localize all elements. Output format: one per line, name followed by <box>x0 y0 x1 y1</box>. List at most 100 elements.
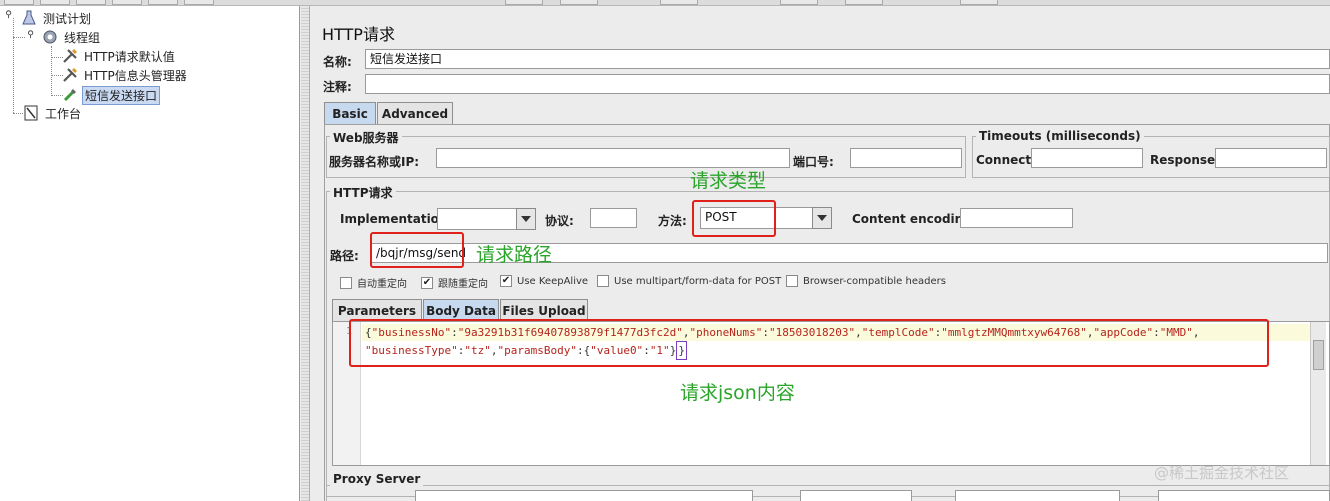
split-pane-divider[interactable] <box>301 6 310 501</box>
proxy-password-field[interactable] <box>1158 490 1330 501</box>
server-label: 服务器名称或IP: <box>329 155 420 169</box>
browser-compatible-checkbox[interactable]: Browser-compatible headers <box>786 275 946 287</box>
code-token: "phoneNums" <box>689 326 763 339</box>
code-token: : <box>451 326 458 339</box>
code-token: "appCode" <box>1093 326 1154 339</box>
server-field[interactable] <box>436 148 790 168</box>
method-label: 方法: <box>658 214 687 228</box>
collapse-toggle[interactable]: ⚲ <box>4 11 13 21</box>
code-token: "templCode" <box>861 326 935 339</box>
proxy-host-field[interactable] <box>415 490 753 501</box>
workbench-icon <box>22 105 40 121</box>
toolbar-button[interactable] <box>4 0 34 5</box>
tree-connector <box>13 37 25 38</box>
tab-basic[interactable]: Basic <box>324 102 376 124</box>
tree-item-thread-group[interactable]: 线程组 <box>41 28 102 46</box>
code-token: "businessType" <box>365 344 458 357</box>
implementation-select[interactable] <box>437 208 517 230</box>
toolbar-button[interactable] <box>40 0 70 5</box>
code-token: : <box>1153 326 1160 339</box>
checkbox-label: 跟随重定向 <box>438 279 488 290</box>
code-line-1: {"businessNo":"9a3291b31f69407893879f147… <box>365 324 1200 341</box>
comment-field[interactable] <box>365 74 1330 94</box>
watermark: @稀土掘金技术社区 <box>1154 464 1290 482</box>
proxy-username-field[interactable] <box>955 490 1120 501</box>
follow-redirect-checkbox[interactable]: ✔ 跟随重定向 <box>421 275 488 290</box>
code-token: "18503018203" <box>769 326 856 339</box>
toolbar-button[interactable] <box>960 0 998 5</box>
keepalive-checkbox[interactable]: ✔ Use KeepAlive <box>500 275 588 287</box>
method-annotation: 请求类型 <box>690 170 767 192</box>
wrench-icon <box>61 48 79 64</box>
code-line-2: "businessType":"tz","paramsBody":{"value… <box>365 341 687 360</box>
code-token: "paramsBody" <box>497 344 577 357</box>
tab-advanced[interactable]: Advanced <box>377 102 453 124</box>
toolbar-button[interactable] <box>560 0 598 5</box>
flask-icon <box>20 10 38 26</box>
connect-field[interactable] <box>1031 148 1143 168</box>
toolbar-button[interactable] <box>505 0 543 5</box>
tree-item-http-defaults[interactable]: HTTP请求默认值 <box>61 47 177 65</box>
body-data-editor[interactable]: 1 {"businessNo":"9a3291b31f69407893879f1… <box>332 321 1330 466</box>
code-token: "businessNo" <box>371 326 452 339</box>
timeouts-group-title: Timeouts (milliseconds) <box>976 129 1144 143</box>
tree-item-workbench[interactable]: 工作台 <box>22 104 83 122</box>
toolbar-button[interactable] <box>845 0 883 5</box>
line-number-gutter: 1 <box>333 322 361 465</box>
test-plan-tree: ⚲ ⚲ 测试计划 线程组 HTTP请求默认值 HTTP信息头管理器 短信发送接口 <box>0 6 300 501</box>
comment-label: 注释: <box>323 80 352 94</box>
chevron-down-icon <box>521 216 531 222</box>
method-select[interactable]: POST <box>700 207 813 229</box>
content-encoding-field[interactable] <box>960 208 1073 228</box>
wrench-icon <box>61 67 79 83</box>
tab-body-data[interactable]: Body Data <box>423 299 499 321</box>
auto-redirect-checkbox[interactable]: 自动重定向 <box>340 275 407 290</box>
tree-item-test-plan[interactable]: 测试计划 <box>20 9 93 27</box>
text-caret: } <box>676 341 687 360</box>
toolbar-button[interactable] <box>780 0 818 5</box>
code-token: "tz" <box>464 344 491 357</box>
tab-parameters[interactable]: Parameters <box>332 299 422 321</box>
pipette-icon <box>61 87 79 103</box>
check-icon: ✔ <box>421 276 433 289</box>
port-field[interactable] <box>850 148 962 168</box>
response-field[interactable] <box>1215 148 1327 168</box>
connect-label: Connect: <box>976 153 1036 167</box>
protocol-label: 协议: <box>545 214 574 228</box>
toolbar-button[interactable] <box>76 0 106 5</box>
toolbar-button[interactable] <box>112 0 142 5</box>
toolbar-button[interactable] <box>184 0 214 5</box>
code-token: } <box>669 344 677 357</box>
name-field[interactable]: 短信发送接口 <box>365 49 1330 69</box>
editor-vertical-scrollbar[interactable] <box>1310 322 1326 465</box>
line-number: 1 <box>345 326 352 337</box>
tree-item-sms-send[interactable]: 短信发送接口 <box>61 85 161 105</box>
multipart-checkbox[interactable]: Use multipart/form-data for POST <box>597 275 781 287</box>
code-token: :{ <box>576 344 591 357</box>
json-annotation: 请求json内容 <box>680 382 795 404</box>
method-dropdown-button[interactable] <box>812 207 832 229</box>
checkbox-label: Use KeepAlive <box>517 275 589 287</box>
http-request-group-title: HTTP请求 <box>330 184 396 201</box>
tree-item-header-manager[interactable]: HTTP信息头管理器 <box>61 66 189 84</box>
implementation-dropdown-button[interactable] <box>516 208 536 230</box>
code-token: , <box>1192 326 1200 339</box>
code-token: { <box>365 326 372 339</box>
web-server-group-title: Web服务器 <box>330 129 402 146</box>
collapse-toggle[interactable]: ⚲ <box>26 31 35 41</box>
checkbox-box <box>786 275 798 287</box>
tree-connector <box>51 46 52 96</box>
name-label: 名称: <box>323 55 352 69</box>
proxy-port-field[interactable] <box>800 490 912 501</box>
toolbar-button[interactable] <box>148 0 178 5</box>
scrollbar-thumb[interactable] <box>1313 340 1324 370</box>
checkbox-box <box>597 275 609 287</box>
content-encoding-label: Content encoding: <box>852 212 977 226</box>
protocol-field[interactable] <box>590 208 637 228</box>
tree-item-label: HTTP信息头管理器 <box>84 68 187 83</box>
code-token: , <box>682 326 690 339</box>
toolbar-button[interactable] <box>660 0 698 5</box>
check-icon: ✔ <box>500 275 512 287</box>
path-label: 路径: <box>330 249 359 263</box>
tab-files-upload[interactable]: Files Upload <box>500 299 588 321</box>
